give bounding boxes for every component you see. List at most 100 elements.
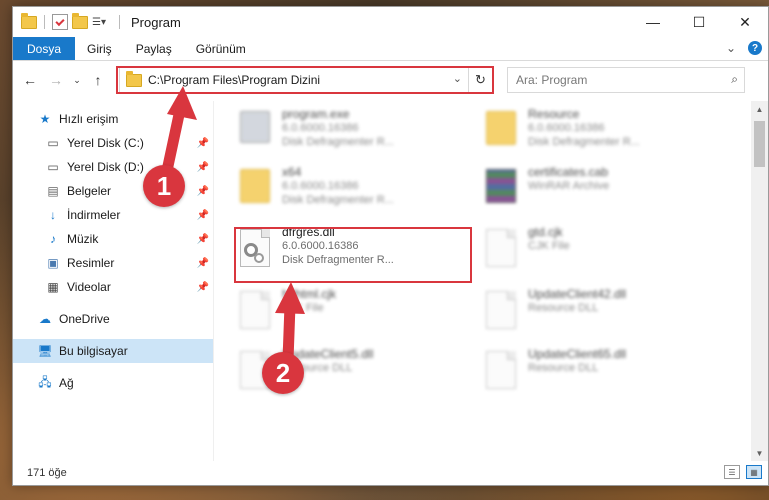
- file-item[interactable]: UpdateClient42.dll Resource DLL: [482, 287, 722, 343]
- file-item[interactable]: certificates.cab WinRAR Archive: [482, 165, 722, 221]
- computer-icon: 🖥: [37, 344, 53, 358]
- file-name: UpdateClient42.dll: [528, 287, 627, 301]
- music-icon: ♪: [50, 232, 56, 246]
- status-bar: 171 öğe ☰ ▦: [13, 461, 768, 485]
- sidebar-item-label: Bu bilgisayar: [59, 344, 128, 358]
- highlight-box: [234, 227, 472, 283]
- tab-home[interactable]: Giriş: [75, 37, 124, 60]
- scroll-thumb[interactable]: [754, 121, 765, 167]
- sidebar-item-label: İndirmeler: [67, 208, 121, 222]
- sidebar-item-local-disk-c[interactable]: ▭ Yerel Disk (C:) 📌: [13, 131, 213, 155]
- file-version: 6.0.6000.16386: [282, 122, 359, 134]
- properties-icon[interactable]: [52, 14, 68, 30]
- sidebar-item-videos[interactable]: ▦ Videolar 📌: [13, 275, 213, 299]
- tiles-view-icon[interactable]: ▦: [746, 465, 762, 479]
- archive-icon: [486, 169, 516, 203]
- file-type: CJK File: [528, 240, 570, 252]
- sidebar-item-label: Belgeler: [67, 184, 112, 198]
- file-item[interactable]: UpdateClient65.dll Resource DLL: [482, 347, 722, 403]
- explorer-window: ☰▾ Program — ☐ ✕ Dosya Giriş Paylaş Görü…: [12, 6, 769, 486]
- address-bar[interactable]: C:\Program Files\Program Dizini ⌄ ↻: [119, 67, 493, 93]
- file-type: Resource DLL: [528, 302, 599, 314]
- file-name: Resource: [528, 107, 580, 121]
- folder-icon: [126, 70, 142, 87]
- sidebar-item-label: Resimler: [67, 256, 115, 270]
- file-version: 6.0.6000.16386: [528, 122, 605, 134]
- sidebar-item-network[interactable]: 🖧 Ağ: [13, 371, 213, 395]
- new-folder-icon[interactable]: [72, 12, 88, 29]
- divider: [119, 15, 120, 29]
- item-count: 171 öğe: [27, 467, 67, 479]
- file-item[interactable]: hdhtml.cjk CJK File: [236, 287, 476, 343]
- file-icon: [486, 229, 516, 267]
- tab-share[interactable]: Paylaş: [124, 37, 184, 60]
- sidebar-item-label: Ağ: [59, 376, 74, 390]
- file-item[interactable]: program.exe 6.0.6000.16386 Disk Defragme…: [236, 107, 476, 163]
- chevron-down-icon[interactable]: ⌄: [453, 72, 462, 85]
- main-area: ★ Hızlı erişim ▭ Yerel Disk (C:) 📌 ▭ Yer…: [13, 101, 768, 461]
- sidebar-item-this-pc[interactable]: 🖥 Bu bilgisayar: [13, 339, 213, 363]
- title-bar: ☰▾ Program — ☐ ✕: [13, 7, 768, 37]
- recent-locations-button[interactable]: ⌄: [71, 75, 83, 86]
- file-name: UpdateClient65.dll: [528, 347, 627, 361]
- sidebar-item-quick-access[interactable]: ★ Hızlı erişim: [13, 107, 213, 131]
- expand-ribbon-icon[interactable]: ⌄: [726, 41, 736, 55]
- file-description: Disk Defragmenter R...: [528, 136, 640, 148]
- sidebar-item-music[interactable]: ♪ Müzik 📌: [13, 227, 213, 251]
- step-2-badge: 2: [262, 352, 304, 394]
- vertical-scrollbar[interactable]: ▲ ▼: [751, 101, 768, 461]
- folder-icon: [240, 169, 270, 203]
- folder-icon: [21, 12, 37, 29]
- close-button[interactable]: ✕: [722, 7, 768, 37]
- customize-icon[interactable]: ☰▾: [92, 14, 112, 30]
- file-name: x64: [282, 165, 302, 179]
- help-icon[interactable]: ?: [748, 41, 762, 55]
- pin-icon: 📌: [196, 185, 209, 197]
- address-path[interactable]: C:\Program Files\Program Dizini: [148, 73, 320, 87]
- minimize-button[interactable]: —: [630, 7, 676, 37]
- back-button[interactable]: ←: [19, 72, 41, 88]
- tab-file[interactable]: Dosya: [13, 37, 76, 60]
- up-button[interactable]: ↑: [87, 72, 109, 88]
- network-icon: 🖧: [38, 374, 52, 389]
- file-type: Resource DLL: [528, 362, 599, 374]
- file-name: program.exe: [282, 107, 350, 121]
- scroll-up-icon[interactable]: ▲: [751, 101, 768, 117]
- scroll-down-icon[interactable]: ▼: [751, 445, 768, 461]
- file-name: gtd.cjk: [528, 225, 563, 239]
- dll-icon: [486, 291, 516, 329]
- navigation-bar: ← → ⌄ ↑ C:\Program Files\Program Dizini …: [13, 61, 768, 99]
- refresh-button[interactable]: ↻: [468, 68, 492, 92]
- sidebar-item-pictures[interactable]: ▣ Resimler 📌: [13, 251, 213, 275]
- documents-icon: ▤: [47, 184, 59, 198]
- window-controls: — ☐ ✕: [630, 7, 768, 37]
- pin-icon: 📌: [196, 233, 209, 245]
- file-item[interactable]: x64 6.0.6000.16386 Disk Defragmenter R..…: [236, 165, 476, 221]
- sidebar-item-downloads[interactable]: ↓ İndirmeler 📌: [13, 203, 213, 227]
- details-view-icon[interactable]: ☰: [724, 465, 740, 479]
- file-description: Disk Defragmenter R...: [282, 136, 394, 148]
- search-input[interactable]: Ara: Program ⌕: [507, 67, 745, 93]
- star-icon: ★: [39, 112, 51, 126]
- file-item[interactable]: Resource 6.0.6000.16386 Disk Defragmente…: [482, 107, 722, 163]
- pin-icon: 📌: [196, 257, 209, 269]
- file-version: 6.0.6000.16386: [282, 180, 359, 192]
- file-icon: [240, 291, 270, 329]
- drive-icon: ▭: [47, 160, 59, 174]
- sidebar-item-label: Videolar: [67, 280, 111, 294]
- sidebar-item-label: Hızlı erişim: [59, 112, 119, 126]
- pin-icon: 📌: [196, 281, 209, 293]
- file-item[interactable]: gtd.cjk CJK File: [482, 225, 722, 281]
- forward-button[interactable]: →: [45, 72, 67, 88]
- pin-icon: 📌: [196, 137, 209, 149]
- pin-icon: 📌: [196, 209, 209, 221]
- sidebar-item-local-disk-d[interactable]: ▭ Yerel Disk (D:) 📌: [13, 155, 213, 179]
- divider: [44, 15, 45, 29]
- tab-view[interactable]: Görünüm: [184, 37, 258, 60]
- window-title: Program: [131, 14, 181, 30]
- sidebar-item-onedrive[interactable]: ☁ OneDrive: [13, 307, 213, 331]
- sidebar-item-label: Yerel Disk (C:): [67, 136, 144, 150]
- maximize-button[interactable]: ☐: [676, 7, 722, 37]
- navigation-pane: ★ Hızlı erişim ▭ Yerel Disk (C:) 📌 ▭ Yer…: [13, 101, 213, 461]
- dll-icon: [486, 351, 516, 389]
